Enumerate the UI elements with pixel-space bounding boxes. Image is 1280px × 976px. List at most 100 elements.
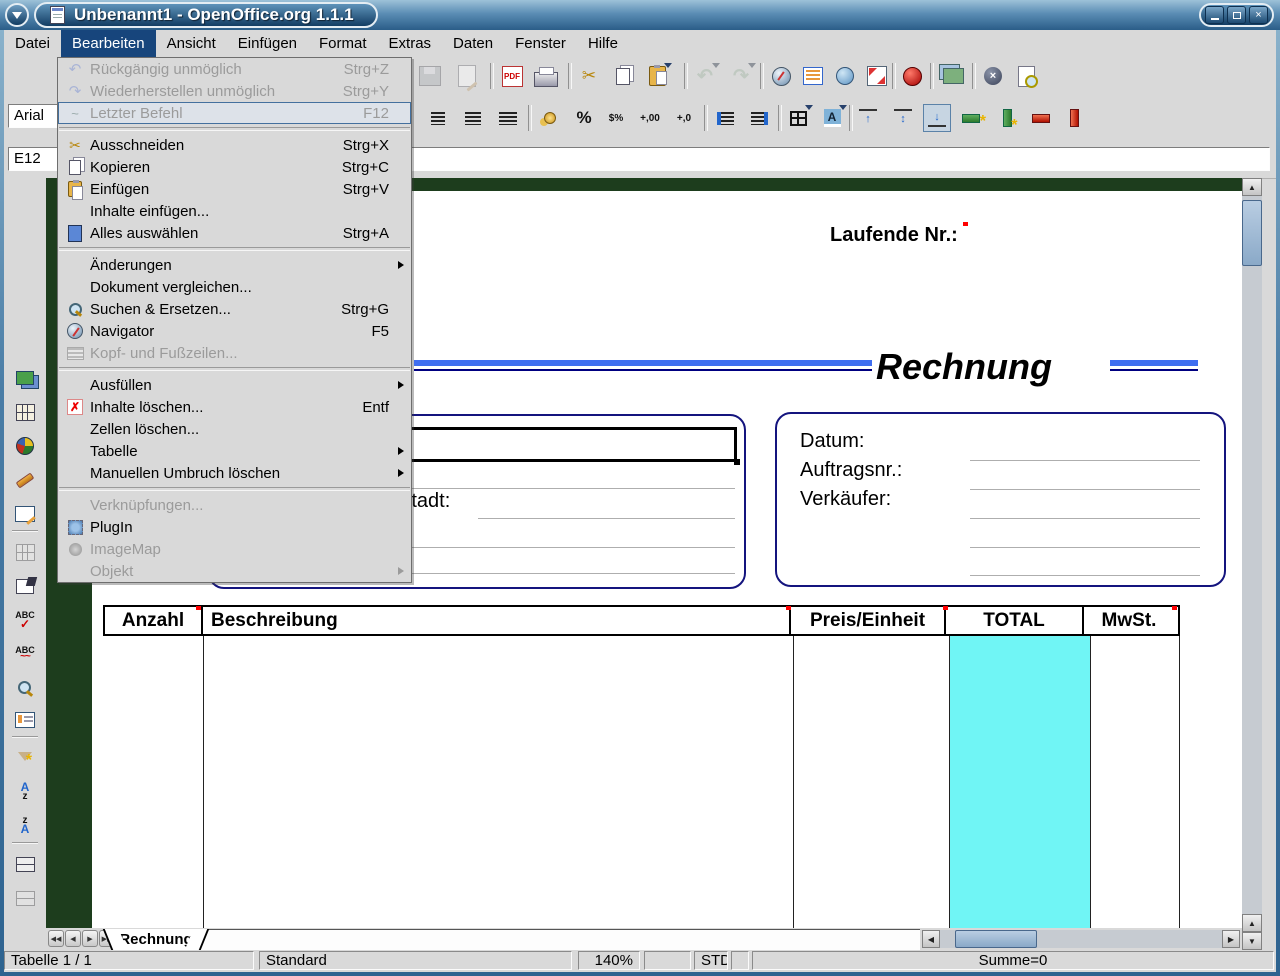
add-decimal-icon[interactable]: +,00 [636, 104, 664, 132]
insert-object-icon[interactable] [11, 432, 39, 460]
scroll-up-button[interactable]: ▲ [1242, 178, 1262, 196]
menu-format[interactable]: Format [308, 30, 378, 57]
menu-item-inhalte-einfuegen[interactable]: Inhalte einfügen... [58, 200, 411, 222]
sheet-tab-rechnung[interactable]: Rechnung [116, 929, 196, 950]
menu-item-einfuegen[interactable]: EinfügenStrg+V [58, 178, 411, 200]
background-color-icon[interactable]: A [818, 104, 846, 132]
zoom-icon[interactable] [863, 62, 891, 90]
selection-handle[interactable] [734, 459, 740, 465]
percent-format-icon[interactable]: % [570, 104, 598, 132]
draw-functions-icon[interactable] [11, 466, 39, 494]
spellcheck-icon[interactable]: ABC✓ [11, 606, 39, 634]
align-center-vertical-icon[interactable]: ↕ [889, 104, 917, 132]
menu-item-suchen-ersetzen[interactable]: Suchen & Ersetzen...Strg+G [58, 298, 411, 320]
status-selection-mode[interactable]: STD [694, 951, 728, 970]
stop-loading-icon[interactable]: × [979, 62, 1007, 90]
copy-icon[interactable] [609, 62, 637, 90]
first-sheet-button[interactable]: ◀◀ [48, 930, 64, 947]
standard-format-icon[interactable]: $% [602, 104, 630, 132]
delete-column-icon[interactable] [1060, 104, 1088, 132]
col-mwst: MwSt. [1084, 607, 1174, 634]
delete-contents-icon: ✗ [67, 399, 83, 415]
delete-row-icon[interactable] [1027, 104, 1055, 132]
paste-icon[interactable] [643, 62, 671, 90]
navigator-icon [67, 323, 83, 339]
menu-datei[interactable]: Datei [4, 30, 61, 57]
menu-item-dokument-vergleichen[interactable]: Dokument vergleichen... [58, 276, 411, 298]
menu-item-plugin[interactable]: PlugIn [58, 516, 411, 538]
menu-item-ausfuellen[interactable]: Ausfüllen [58, 374, 411, 396]
align-bottom-icon[interactable]: ↓ [923, 104, 951, 132]
plugin-icon [68, 520, 83, 535]
scroll-up-button-bottom[interactable]: ▲ [1242, 914, 1262, 932]
scroll-left-button[interactable]: ◀ [922, 930, 940, 948]
sort-descending-icon[interactable]: zA [11, 812, 39, 840]
sort-ascending-icon[interactable]: Az [11, 778, 39, 806]
menu-item-umbruch-loeschen[interactable]: Manuellen Umbruch löschen [58, 462, 411, 484]
menu-item-ausschneiden[interactable]: ✂ AusschneidenStrg+X [58, 134, 411, 156]
insert-icon[interactable] [11, 364, 39, 392]
minimize-button[interactable] [1205, 6, 1224, 24]
field-line [970, 547, 1200, 548]
insert-column-icon[interactable] [993, 104, 1021, 132]
find-replace-icon[interactable] [11, 674, 39, 702]
scroll-down-button[interactable]: ▼ [1242, 932, 1262, 950]
increase-indent-icon[interactable] [745, 104, 773, 132]
auto-spellcheck-icon[interactable]: ABC~~ [11, 640, 39, 668]
page-preview-icon[interactable] [1012, 62, 1040, 90]
menu-item-zellen-loeschen[interactable]: Zellen löschen... [58, 418, 411, 440]
sheet-tab-bar: ◀◀ ◀ ▶ ▶▶ Rechnung ◀ ▶ [46, 928, 1242, 950]
paste-icon [68, 181, 82, 197]
currency-format-icon[interactable] [536, 104, 564, 132]
menu-daten[interactable]: Daten [442, 30, 504, 57]
menu-item-inhalte-loeschen[interactable]: ✗ Inhalte löschen...Entf [58, 396, 411, 418]
vertical-scrollbar-track[interactable] [1242, 196, 1262, 914]
delete-decimal-icon[interactable]: +,0 [670, 104, 698, 132]
insert-cells-icon[interactable] [11, 398, 39, 426]
insert-row-icon[interactable] [957, 104, 985, 132]
navigator-icon[interactable] [767, 62, 795, 90]
menu-item-tabelle[interactable]: Tabelle [58, 440, 411, 462]
menu-hilfe[interactable]: Hilfe [577, 30, 629, 57]
choose-themes-icon[interactable] [11, 572, 39, 600]
cut-icon[interactable]: ✂ [575, 62, 603, 90]
data-sources-icon[interactable] [11, 706, 39, 734]
vertical-scrollbar-thumb[interactable] [1242, 200, 1262, 266]
align-center-icon[interactable] [424, 104, 452, 132]
menu-item-alles-auswaehlen[interactable]: Alles auswählenStrg+A [58, 222, 411, 244]
stylist-icon[interactable] [799, 62, 827, 90]
borders-icon[interactable] [784, 104, 812, 132]
maximize-button[interactable] [1227, 6, 1246, 24]
menu-item-kopieren[interactable]: KopierenStrg+C [58, 156, 411, 178]
next-sheet-button[interactable]: ▶ [82, 930, 98, 947]
menu-bearbeiten[interactable]: Bearbeiten [61, 30, 156, 57]
submenu-arrow-icon [398, 447, 408, 455]
field-line [970, 518, 1200, 519]
align-right-icon[interactable] [459, 104, 487, 132]
menu-item-navigator[interactable]: NavigatorF5 [58, 320, 411, 342]
hyperlink-icon[interactable] [831, 62, 859, 90]
previous-sheet-button[interactable]: ◀ [65, 930, 81, 947]
autofilter-icon[interactable] [11, 744, 39, 772]
status-zoom[interactable]: 140% [578, 951, 640, 970]
horizontal-scrollbar-thumb[interactable] [955, 930, 1037, 948]
gallery-icon[interactable] [939, 62, 967, 90]
form-functions-icon[interactable] [11, 500, 39, 528]
group-icon[interactable] [11, 850, 39, 878]
record-macro-icon[interactable] [898, 62, 926, 90]
close-button[interactable]: × [1249, 6, 1268, 24]
menu-item-aenderungen[interactable]: Änderungen [58, 254, 411, 276]
menu-einfuegen[interactable]: Einfügen [227, 30, 308, 57]
align-top-icon[interactable]: ↑ [854, 104, 882, 132]
decrease-indent-icon[interactable] [711, 104, 739, 132]
menu-ansicht[interactable]: Ansicht [156, 30, 227, 57]
copy-icon [69, 160, 81, 175]
scroll-right-button[interactable]: ▶ [1222, 930, 1240, 948]
menu-fenster[interactable]: Fenster [504, 30, 577, 57]
menu-extras[interactable]: Extras [378, 30, 443, 57]
export-pdf-icon[interactable]: PDF [498, 62, 526, 90]
window-controls: × [1199, 3, 1274, 27]
justify-icon[interactable] [494, 104, 522, 132]
print-file-icon[interactable] [532, 62, 560, 90]
window-menu-button[interactable] [5, 3, 29, 27]
